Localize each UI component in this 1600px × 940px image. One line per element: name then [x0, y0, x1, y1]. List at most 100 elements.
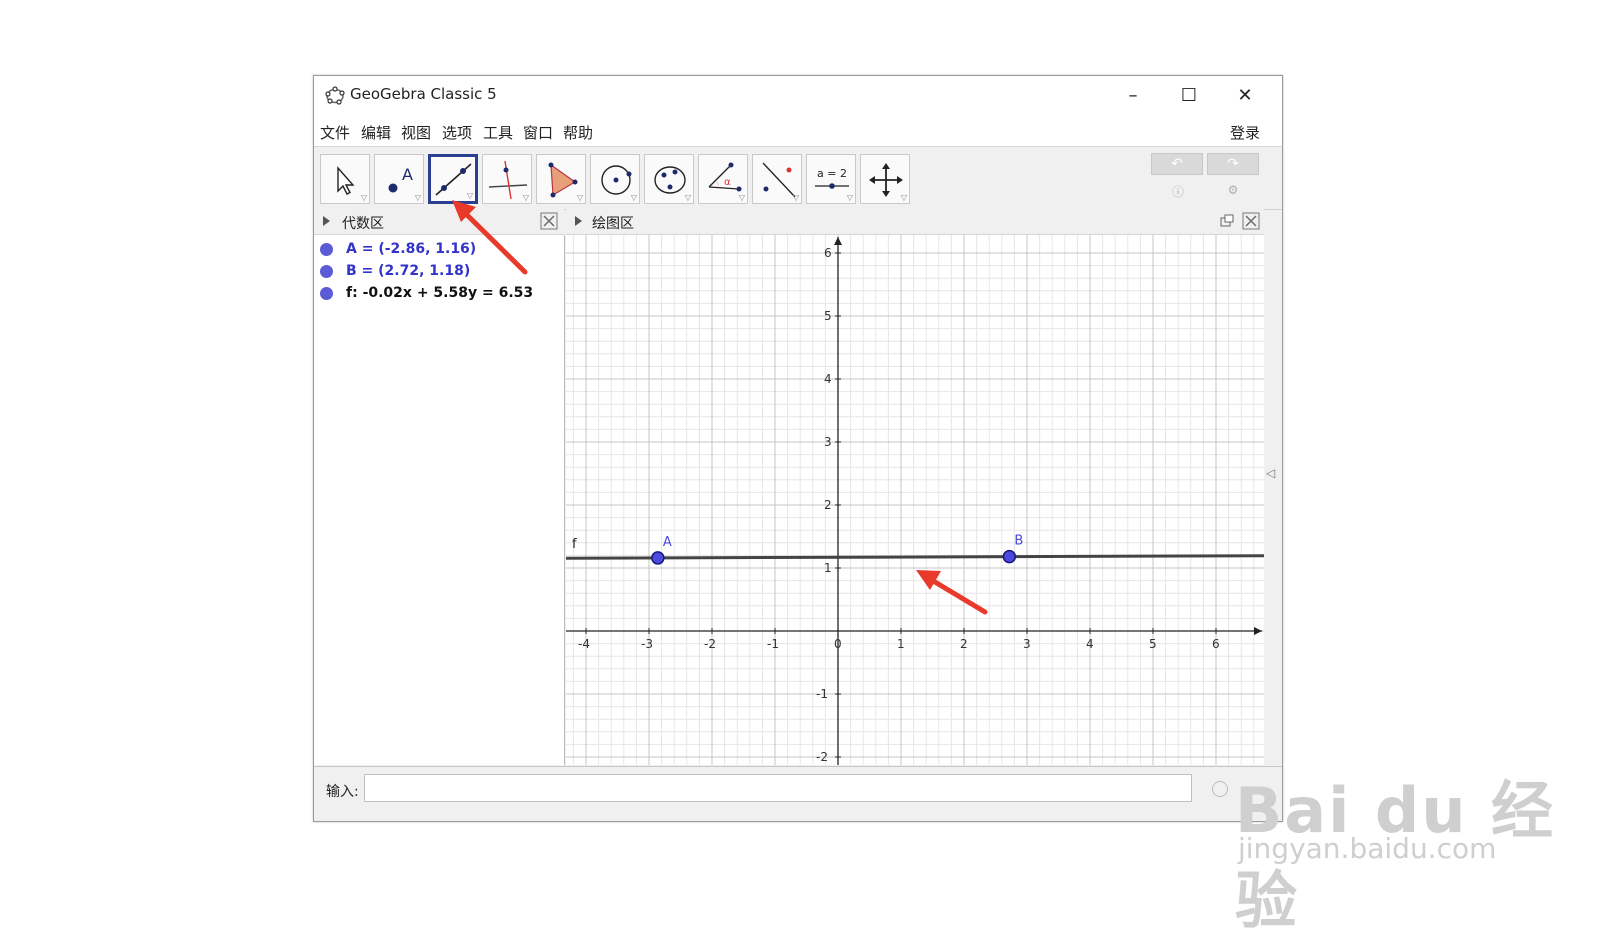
watermark-url: jingyan.baidu.com [1238, 832, 1497, 865]
close-view-icon[interactable] [540, 212, 558, 230]
algebra-view: A = (-2.86, 1.16) B = (2.72, 1.18) f: -0… [314, 235, 565, 765]
geogebra-logo-icon [325, 86, 345, 105]
menu-view[interactable]: 视图 [401, 122, 431, 143]
menu-options[interactable]: 选项 [442, 122, 472, 143]
collapse-triangle-icon[interactable] [575, 216, 582, 226]
tool-point[interactable]: A ▽ [374, 154, 424, 204]
y-tick-label: 2 [824, 498, 832, 512]
dropdown-triangle-icon: ▽ [360, 193, 367, 202]
x-tick-label: 0 [834, 637, 842, 651]
dropdown-triangle-icon: ▽ [414, 193, 421, 202]
close-view-icon[interactable] [1242, 212, 1260, 230]
point-label: A [663, 535, 672, 550]
x-tick-label: -3 [641, 637, 653, 651]
algebra-item-a[interactable]: A = (-2.86, 1.16) [314, 239, 564, 261]
y-tick-label: 1 [824, 561, 832, 575]
tool-move[interactable]: ▽ [320, 154, 370, 204]
dropdown-triangle-icon: ▽ [630, 193, 637, 202]
tool-circle[interactable]: ▽ [590, 154, 640, 204]
line-f-label: f [572, 537, 577, 552]
menu-edit[interactable]: 编辑 [361, 122, 391, 143]
geogebra-window: GeoGebra Classic 5 – ☐ ✕ 文件 编辑 视图 选项 工具 … [313, 75, 1283, 822]
x-tick-label: 4 [1086, 637, 1094, 651]
menu-tools[interactable]: 工具 [483, 122, 513, 143]
point-label: B [1014, 534, 1023, 549]
input-field[interactable] [364, 774, 1192, 802]
menu-window[interactable]: 窗口 [523, 122, 553, 143]
title-bar: GeoGebra Classic 5 – ☐ ✕ [314, 76, 1282, 114]
tool-angle[interactable]: α ▽ [698, 154, 748, 204]
menu-file[interactable]: 文件 [320, 122, 350, 143]
point-a [651, 551, 665, 565]
dropdown-triangle-icon: ▽ [738, 193, 745, 202]
tool-reflect[interactable]: ▽ [752, 154, 802, 204]
y-tick-label: -2 [816, 750, 828, 764]
input-bar: 输入: [314, 766, 1282, 821]
visibility-toggle[interactable] [320, 287, 333, 300]
x-tick-label: -2 [704, 637, 716, 651]
tool-polygon[interactable]: ▽ [536, 154, 586, 204]
algebra-title: 代数区 [342, 216, 384, 232]
tool-perpendicular[interactable]: ▽ [482, 154, 532, 204]
tool-conic[interactable]: ▽ [644, 154, 694, 204]
close-button[interactable]: ✕ [1222, 76, 1268, 114]
tool-line[interactable]: ▽ [428, 154, 478, 204]
dropdown-triangle-icon: ▽ [522, 193, 529, 202]
dropdown-triangle-icon: ▽ [576, 193, 583, 202]
x-tick-label: 1 [897, 637, 905, 651]
point-tool-label: A [402, 165, 413, 184]
algebra-item-text[interactable]: f: -0.02x + 5.58y = 6.53 [346, 285, 533, 301]
undo-button[interactable]: ↶ [1151, 153, 1203, 175]
graphics-header: 绘图区 [566, 209, 1264, 235]
undo-icon: ↶ [1171, 156, 1183, 172]
y-tick-label: 6 [824, 246, 832, 260]
dropdown-triangle-icon: ▽ [846, 193, 853, 202]
menu-bar: 文件 编辑 视图 选项 工具 窗口 帮助 登录 [314, 114, 1282, 146]
redo-button[interactable]: ↷ [1207, 153, 1259, 175]
side-panel-toggle-icon[interactable]: ◁ [1266, 466, 1275, 480]
line-f [566, 554, 1264, 560]
dropdown-triangle-icon: ▽ [466, 191, 473, 200]
x-tick-label: 3 [1023, 637, 1031, 651]
y-tick-label: 3 [824, 435, 832, 449]
tool-move-graphics[interactable]: ▽ [860, 154, 910, 204]
x-tick-label: 6 [1212, 637, 1220, 651]
input-label: 输入: [326, 784, 359, 800]
x-tick-label: 2 [960, 637, 968, 651]
x-tick-label: -1 [767, 637, 779, 651]
x-axis-arrow-icon [1254, 627, 1262, 635]
dropdown-triangle-icon: ▽ [792, 193, 799, 202]
x-tick-label: 5 [1149, 637, 1157, 651]
input-help-icon[interactable] [1212, 781, 1228, 797]
algebra-item-text[interactable]: A = (-2.86, 1.16) [346, 241, 476, 257]
collapse-triangle-icon[interactable] [323, 216, 330, 226]
visibility-toggle[interactable] [320, 243, 333, 256]
y-tick-label: 4 [824, 372, 832, 386]
gear-icon[interactable]: ⚙ [1225, 183, 1241, 199]
y-tick-label: 5 [824, 309, 832, 323]
minimize-button[interactable]: – [1110, 76, 1156, 114]
x-tick-label: -4 [578, 637, 590, 651]
help-icon[interactable]: ⓘ [1170, 183, 1186, 199]
toolbar: ▽ A ▽ ▽ ▽ ▽ ▽ ▽ α ▽ ▽ a = 2 ▽ ▽ ↶ ↷ ⓘ ⚙ [314, 146, 1282, 210]
maximize-button[interactable]: ☐ [1166, 76, 1212, 114]
graphics-view[interactable]: -4 -3 -2 -1 0 1 2 3 4 5 6 6 5 4 3 2 1 -1 -2 f A B [566, 235, 1264, 765]
visibility-toggle[interactable] [320, 265, 333, 278]
undock-view-icon[interactable] [1218, 212, 1236, 230]
dropdown-triangle-icon: ▽ [684, 193, 691, 202]
algebra-header: 代数区 [314, 209, 564, 235]
login-link[interactable]: 登录 [1230, 122, 1260, 143]
dropdown-triangle-icon: ▽ [900, 193, 907, 202]
algebra-item-f[interactable]: f: -0.02x + 5.58y = 6.53 [314, 283, 564, 305]
y-axis-arrow-icon [834, 237, 842, 245]
y-tick-label: -1 [816, 687, 828, 701]
algebra-item-text[interactable]: B = (2.72, 1.18) [346, 263, 470, 279]
menu-help[interactable]: 帮助 [563, 122, 593, 143]
algebra-item-b[interactable]: B = (2.72, 1.18) [314, 261, 564, 283]
redo-icon: ↷ [1227, 156, 1239, 172]
graphics-canvas[interactable]: -4 -3 -2 -1 0 1 2 3 4 5 6 6 5 4 3 2 1 -1 -2 f A B [566, 235, 1264, 765]
graphics-title: 绘图区 [592, 216, 634, 232]
tool-slider[interactable]: a = 2 ▽ [806, 154, 856, 204]
angle-tool-label: α [724, 177, 731, 188]
window-title: GeoGebra Classic 5 [350, 85, 497, 103]
